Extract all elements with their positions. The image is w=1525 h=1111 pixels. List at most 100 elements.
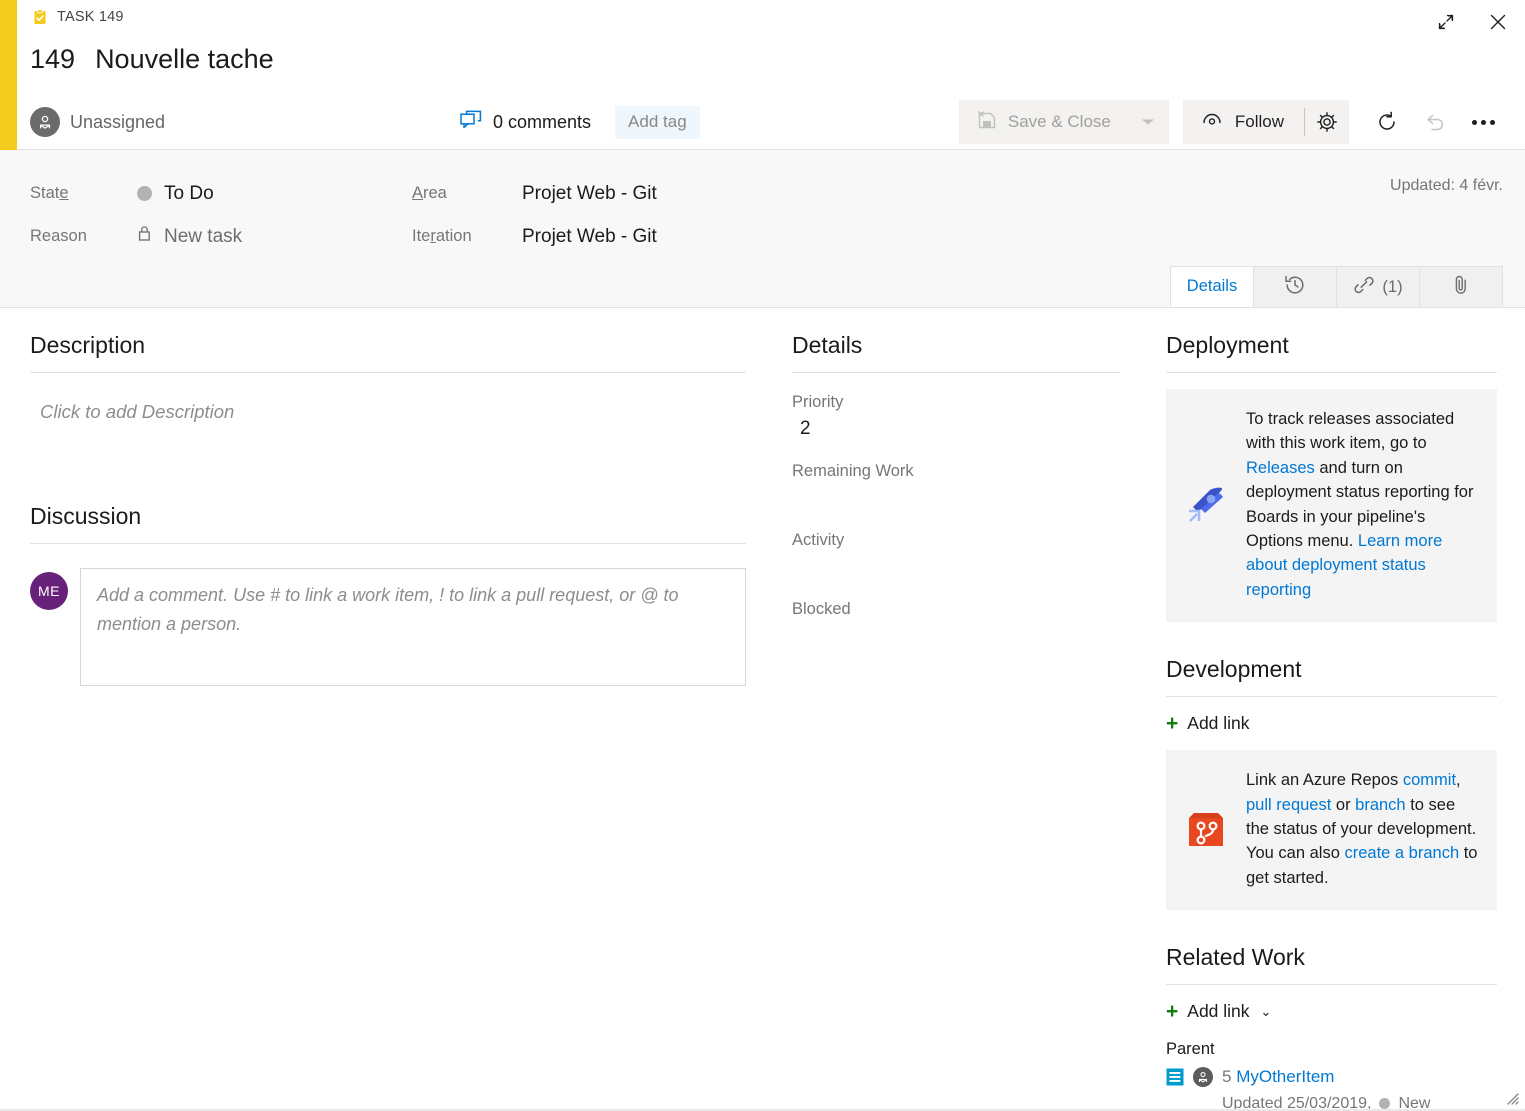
- follow-label: Follow: [1234, 112, 1284, 131]
- save-icon: [977, 110, 997, 135]
- development-add-link-button[interactable]: + Add link: [1166, 713, 1497, 734]
- comments-link[interactable]: 0 comments: [460, 110, 591, 135]
- right-column: Deployment To track releases associated …: [1158, 308, 1525, 1111]
- iteration-label: Iteration: [412, 227, 472, 245]
- details-column: Details Priority 2 Remaining Work Activi…: [780, 308, 1158, 1111]
- blocked-label: Blocked: [792, 600, 851, 618]
- history-icon: [1284, 274, 1306, 301]
- reason-field[interactable]: Reason New task: [30, 215, 242, 258]
- related-item-title[interactable]: MyOtherItem: [1236, 1067, 1334, 1086]
- area-value[interactable]: Projet Web - Git: [522, 183, 657, 205]
- window-controls: [1429, 6, 1515, 38]
- iteration-value[interactable]: Projet Web - Git: [522, 226, 657, 248]
- tab-details-label: Details: [1186, 277, 1238, 295]
- comments-count: 0 comments: [493, 111, 592, 132]
- related-link-type-label: Parent: [1166, 1040, 1215, 1059]
- avatar: [30, 107, 60, 137]
- priority-label: Priority: [792, 393, 844, 411]
- priority-value[interactable]: 2: [792, 412, 1120, 442]
- remaining-work-value[interactable]: [792, 481, 1120, 511]
- area-label: Area: [412, 184, 447, 202]
- state-label: State: [30, 184, 69, 202]
- follow-group: Follow: [1182, 100, 1349, 144]
- pull-request-link[interactable]: pull request: [1246, 796, 1331, 814]
- deployment-info-card: To track releases associated with this w…: [1166, 389, 1497, 623]
- comment-input[interactable]: Add a comment. Use # to link a work item…: [80, 568, 746, 686]
- discussion-section: Discussion ME Add a comment. Use # to li…: [30, 503, 746, 686]
- resize-grip[interactable]: [1503, 1089, 1519, 1105]
- work-item-header: TASK 149 149 Nouvelle tache Unassigned 0…: [0, 0, 1525, 150]
- undo-icon[interactable]: [1411, 100, 1459, 144]
- state-dot-icon: [137, 186, 152, 201]
- work-item-id: 149: [30, 44, 76, 74]
- work-item-fields-band: State To Do Reason New task Area Projet …: [0, 150, 1525, 308]
- chevron-down-icon: ⌄: [1260, 1003, 1272, 1019]
- deployment-info-text: To track releases associated with this w…: [1246, 407, 1481, 602]
- work-item-toolbar: Save & Close Follow: [958, 100, 1507, 144]
- releases-link[interactable]: Releases: [1246, 459, 1315, 477]
- save-and-close-group: Save & Close: [958, 100, 1169, 144]
- related-item-id: 5: [1222, 1067, 1232, 1087]
- activity-value[interactable]: [792, 550, 1120, 580]
- related-work-heading: Related Work: [1166, 944, 1497, 986]
- rocket-icon: [1180, 481, 1232, 529]
- expand-icon[interactable]: [1429, 6, 1463, 38]
- updated-stamp: Updated: 4 févr.: [1390, 177, 1503, 194]
- state-value[interactable]: To Do: [137, 183, 214, 205]
- area-field-column: Area Projet Web - Git Iteration Projet W…: [412, 172, 657, 258]
- lock-icon: [137, 225, 152, 248]
- work-item-dialog: TASK 149 149 Nouvelle tache Unassigned 0…: [0, 0, 1525, 1111]
- attachment-icon: [1451, 274, 1471, 301]
- blocked-value[interactable]: [792, 619, 1120, 649]
- ellipsis-icon: [1471, 119, 1495, 125]
- comment-composer: ME Add a comment. Use # to link a work i…: [30, 568, 746, 686]
- remaining-work-field: Remaining Work: [792, 462, 1120, 511]
- remaining-work-label: Remaining Work: [792, 462, 914, 480]
- work-item-title[interactable]: Nouvelle tache: [95, 44, 274, 75]
- create-branch-link[interactable]: create a branch: [1344, 844, 1459, 862]
- tab-details[interactable]: Details: [1170, 266, 1254, 307]
- state-dot-icon: [1379, 1098, 1391, 1110]
- description-input[interactable]: Click to add Description: [30, 373, 746, 457]
- backlog-item-icon: [1166, 1068, 1184, 1086]
- refresh-icon[interactable]: [1363, 100, 1411, 144]
- tab-links[interactable]: (1): [1336, 266, 1420, 307]
- assigned-to-field[interactable]: Unassigned: [30, 107, 460, 137]
- tab-links-count: (1): [1382, 277, 1403, 296]
- tab-attachments[interactable]: [1419, 266, 1503, 307]
- related-work-add-link-button[interactable]: + Add link ⌄: [1166, 1001, 1497, 1022]
- follow-button[interactable]: Follow: [1183, 100, 1304, 144]
- list-item[interactable]: 5 MyOtherItem Updated 25/03/2019, New: [1166, 1065, 1497, 1111]
- state-field[interactable]: State To Do: [30, 172, 242, 215]
- follow-icon: [1201, 111, 1223, 134]
- task-icon: [32, 9, 48, 25]
- reason-value: New task: [137, 225, 242, 248]
- commit-link[interactable]: commit: [1403, 771, 1456, 789]
- plus-icon: +: [1166, 1000, 1179, 1024]
- link-icon: [1353, 275, 1375, 300]
- add-tag-button[interactable]: Add tag: [615, 105, 700, 139]
- work-item-body: Description Click to add Description Dis…: [0, 308, 1525, 1111]
- tab-history[interactable]: [1253, 266, 1337, 307]
- avatar: [1193, 1067, 1213, 1088]
- development-text-2: ,: [1456, 771, 1461, 790]
- work-item-title-row: 149 Nouvelle tache: [30, 44, 274, 75]
- activity-field: Activity: [792, 531, 1120, 580]
- area-field[interactable]: Area Projet Web - Git: [412, 172, 657, 215]
- priority-field: Priority 2: [792, 393, 1120, 442]
- state-field-column: State To Do Reason New task: [30, 172, 242, 258]
- save-options-chevron-down-icon[interactable]: [1127, 100, 1169, 144]
- development-text-1: Link an Azure Repos: [1246, 771, 1403, 790]
- discussion-heading: Discussion: [30, 503, 746, 544]
- development-info-text: Link an Azure Repos commit, pull request…: [1246, 768, 1481, 890]
- development-add-link-label: Add link: [1187, 713, 1250, 734]
- save-and-close-label: Save & Close: [1007, 112, 1111, 131]
- more-actions-icon[interactable]: [1459, 100, 1507, 144]
- gear-icon[interactable]: [1305, 100, 1349, 144]
- comment-icon: [460, 110, 482, 135]
- deployment-heading: Deployment: [1166, 332, 1497, 373]
- close-icon[interactable]: [1481, 6, 1515, 38]
- save-and-close-button[interactable]: Save & Close: [959, 100, 1127, 144]
- iteration-field[interactable]: Iteration Projet Web - Git: [412, 215, 657, 258]
- branch-link[interactable]: branch: [1355, 796, 1405, 814]
